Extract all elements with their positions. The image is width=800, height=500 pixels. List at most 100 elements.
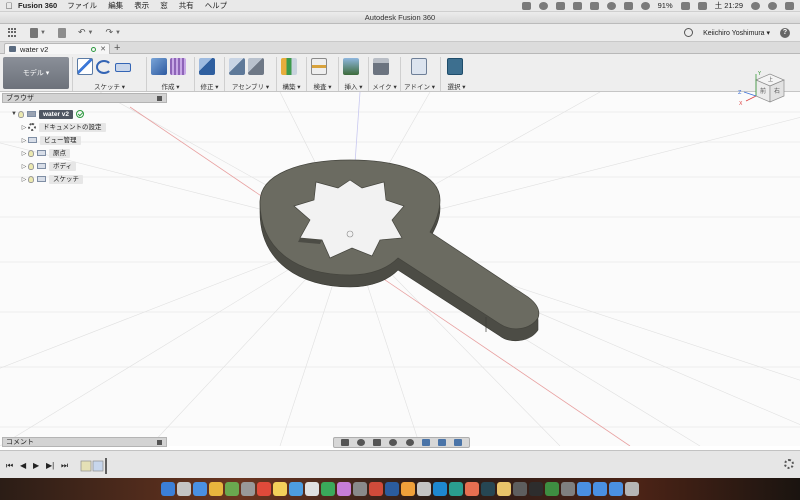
create-group[interactable]: 作成 ▾	[146, 57, 194, 91]
timeline-prev-button[interactable]: ◀	[20, 461, 26, 470]
viewports-icon[interactable]	[453, 439, 462, 446]
status-icon[interactable]	[555, 1, 565, 10]
modify-menu[interactable]: 修正 ▾	[195, 81, 224, 91]
app-icon[interactable]	[289, 482, 303, 496]
safari-icon[interactable]	[193, 482, 207, 496]
form-icon[interactable]	[170, 58, 186, 75]
display-settings-icon[interactable]	[421, 439, 430, 446]
battery-percent[interactable]: 91%	[658, 1, 673, 10]
insert-image-icon[interactable]	[343, 58, 359, 75]
timeline-settings-gear-icon[interactable]	[784, 459, 794, 469]
browser-item-named-views[interactable]: ▷ ビュー管理	[20, 135, 81, 145]
caret-right-icon[interactable]: ▷	[20, 176, 28, 183]
select-group[interactable]: 選択 ▾	[440, 57, 472, 91]
visibility-bulb-icon[interactable]	[28, 149, 34, 157]
assemble-group[interactable]: アセンブリ ▾	[224, 57, 276, 91]
zoom-icon[interactable]	[389, 439, 398, 446]
make-group[interactable]: メイク ▾	[368, 57, 400, 91]
app-icon[interactable]	[465, 482, 479, 496]
status-icon[interactable]	[538, 1, 548, 10]
undo-button[interactable]: ↶ ▼	[78, 27, 94, 38]
menu-view[interactable]: 表示	[134, 0, 149, 11]
app-icon[interactable]	[545, 482, 559, 496]
sketch-menu[interactable]: スケッチ ▾	[73, 81, 146, 91]
grid-settings-icon[interactable]	[437, 439, 446, 446]
visibility-bulb-icon[interactable]	[28, 175, 34, 183]
launchpad-icon[interactable]	[177, 482, 191, 496]
sketch-group[interactable]: スケッチ ▾	[72, 57, 146, 91]
browser-panel-header[interactable]: ブラウザ	[2, 93, 167, 103]
finder-icon[interactable]	[161, 482, 175, 496]
app-icon[interactable]	[305, 482, 319, 496]
timeline-last-button[interactable]: ⏭	[61, 461, 68, 471]
user-account-menu[interactable]: Keiichiro Yoshimura ▾	[703, 29, 770, 37]
browser-item-document-settings[interactable]: ▷ ドキュメントの設定	[20, 122, 106, 132]
app-icon[interactable]	[529, 482, 543, 496]
arc-icon[interactable]	[96, 60, 112, 74]
caret-right-icon[interactable]: ▷	[20, 124, 28, 131]
status-icon[interactable]	[521, 1, 531, 10]
illustrator-icon[interactable]	[401, 482, 415, 496]
timeline-play-button[interactable]: ▶	[33, 461, 39, 470]
scripts-icon[interactable]	[411, 58, 427, 75]
caret-right-icon[interactable]: ▷	[20, 163, 28, 170]
3d-print-icon[interactable]	[373, 58, 389, 75]
look-at-icon[interactable]	[357, 439, 366, 446]
construct-group[interactable]: 構築 ▾	[276, 57, 306, 91]
app-icon[interactable]	[241, 482, 255, 496]
caret-down-icon[interactable]: ▼	[10, 111, 18, 117]
viewport-canvas[interactable]	[0, 92, 800, 446]
notes-icon[interactable]	[273, 482, 287, 496]
create-sketch-icon[interactable]	[77, 58, 93, 75]
status-icon[interactable]	[589, 1, 599, 10]
timeline-first-button[interactable]: ⏮	[6, 461, 13, 471]
app-icon[interactable]	[449, 482, 463, 496]
select-menu[interactable]: 選択 ▾	[441, 81, 472, 91]
zoom-window-icon[interactable]	[405, 439, 414, 446]
insert-group[interactable]: 挿入 ▾	[338, 57, 368, 91]
menu-window[interactable]: 窓	[160, 0, 168, 11]
battery-icon[interactable]	[680, 1, 690, 10]
caret-right-icon[interactable]: ▷	[20, 137, 28, 144]
press-pull-icon[interactable]	[199, 58, 215, 75]
insert-menu[interactable]: 挿入 ▾	[339, 81, 368, 91]
create-menu[interactable]: 作成 ▾	[147, 81, 194, 91]
close-icon[interactable]: ✕	[100, 45, 106, 53]
chrome-icon[interactable]	[209, 482, 223, 496]
app-icon[interactable]	[481, 482, 495, 496]
calendar-icon[interactable]	[257, 482, 271, 496]
bluetooth-icon[interactable]	[640, 1, 650, 10]
folder-icon[interactable]	[593, 482, 607, 496]
notification-center-icon[interactable]	[785, 1, 794, 10]
pan-hand-icon[interactable]	[373, 439, 382, 446]
tab-water-v2[interactable]: water v2 ✕	[4, 43, 110, 54]
spotlight-icon[interactable]	[768, 1, 777, 10]
orbit-icon[interactable]	[341, 439, 350, 446]
new-component-icon[interactable]	[229, 58, 245, 75]
dropbox-icon[interactable]	[572, 1, 582, 10]
caret-right-icon[interactable]: ▷	[20, 150, 28, 157]
offset-plane-icon[interactable]	[281, 58, 297, 75]
browser-item-origin[interactable]: ▷ 原点	[20, 148, 70, 158]
joint-icon[interactable]	[248, 58, 264, 75]
wrench-model[interactable]	[259, 159, 540, 342]
inspect-group[interactable]: 検査 ▾	[306, 57, 338, 91]
visibility-bulb-icon[interactable]	[18, 110, 24, 118]
timeline-next-button[interactable]: ▶|	[46, 461, 54, 470]
apple-menu-icon[interactable]: 	[0, 1, 18, 11]
menu-share[interactable]: 共有	[179, 0, 194, 11]
app-icon[interactable]	[321, 482, 335, 496]
terminal-icon[interactable]	[513, 482, 527, 496]
browser-item-sketches[interactable]: ▷ スケッチ	[20, 174, 83, 184]
folder-icon[interactable]	[577, 482, 591, 496]
trash-icon[interactable]	[625, 482, 639, 496]
assemble-menu[interactable]: アセンブリ ▾	[225, 81, 276, 91]
browser-item-bodies[interactable]: ▷ ボディ	[20, 161, 77, 171]
extrude-feature-icon[interactable]	[92, 460, 104, 472]
menubar-clock[interactable]: 土 21:29	[715, 0, 743, 11]
user-icon[interactable]	[751, 1, 760, 10]
fusion-360-icon[interactable]	[497, 482, 511, 496]
help-icon[interactable]: ?	[780, 27, 790, 38]
modify-group[interactable]: 修正 ▾	[194, 57, 224, 91]
data-panel-button[interactable]	[8, 27, 18, 38]
